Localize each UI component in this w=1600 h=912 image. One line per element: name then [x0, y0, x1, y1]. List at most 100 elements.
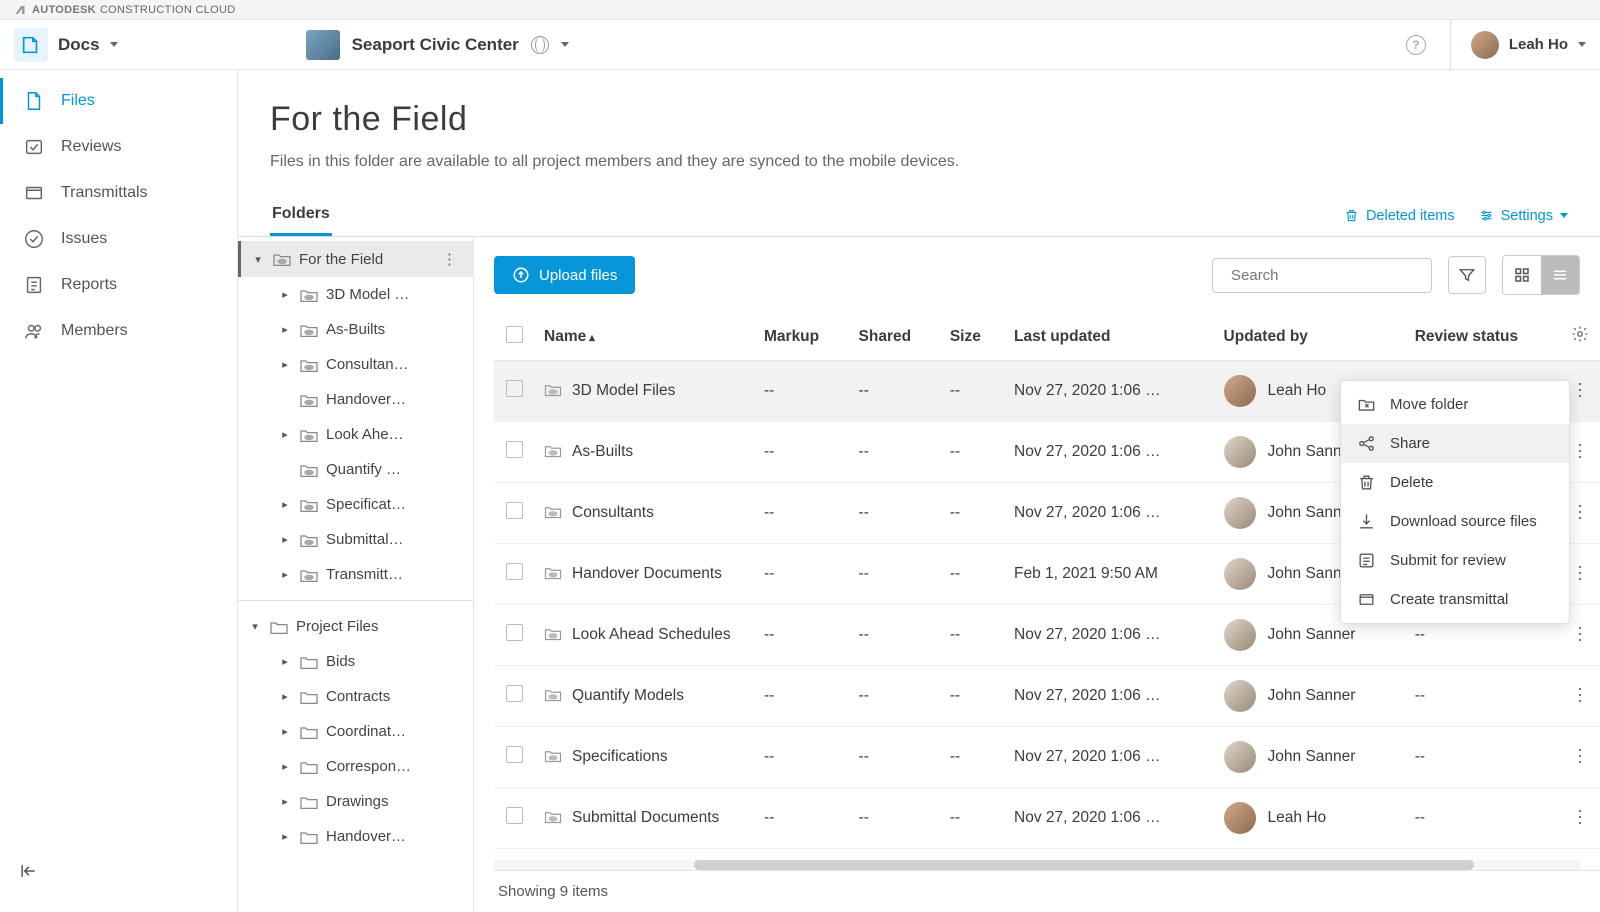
row-checkbox[interactable]	[506, 807, 523, 824]
cloud-folder-icon	[544, 565, 562, 580]
upload-files-button[interactable]: Upload files	[494, 256, 635, 294]
folder-icon	[299, 654, 319, 670]
col-size[interactable]: Size	[940, 313, 1004, 361]
table-row[interactable]: Transmittals -- -- -- Nov 27, 2020 1:06 …	[494, 849, 1600, 861]
tree-item[interactable]: ▸Coordinat…	[238, 714, 473, 749]
tree-label: Contracts	[326, 688, 465, 705]
tab-folders[interactable]: Folders	[270, 195, 332, 236]
folder-icon	[299, 794, 319, 810]
cell-size: --	[940, 727, 1004, 788]
cell-shared: --	[849, 788, 940, 849]
ctx-move-folder[interactable]: Move folder	[1341, 385, 1569, 424]
row-checkbox[interactable]	[506, 502, 523, 519]
project-selector[interactable]: Seaport Civic Center	[306, 30, 569, 60]
cell-markup: --	[754, 544, 849, 605]
tree-item[interactable]: ▸Transmitt…	[238, 557, 473, 592]
folder-icon	[299, 724, 319, 740]
tree-label: Look Ahe…	[326, 426, 465, 443]
nav-members[interactable]: Members	[0, 308, 237, 354]
nav-reviews[interactable]: Reviews	[0, 124, 237, 170]
tree-item[interactable]: ▸Bids	[238, 644, 473, 679]
cloud-folder-icon	[544, 687, 562, 702]
cell-review: --	[1405, 727, 1560, 788]
chevron-right-icon: ▸	[278, 690, 292, 703]
ctx-label: Share	[1390, 435, 1430, 452]
col-markup[interactable]: Markup	[754, 313, 849, 361]
sliders-icon	[1479, 208, 1494, 223]
tree-item[interactable]: ▸ Contracts	[238, 679, 473, 714]
row-context-menu: Move folder Share Delete Download source…	[1340, 380, 1570, 624]
cell-shared: --	[849, 422, 940, 483]
ctx-delete[interactable]: Delete	[1341, 463, 1569, 502]
ctx-share[interactable]: Share	[1341, 424, 1569, 463]
col-updated-by[interactable]: Updated by	[1214, 313, 1405, 361]
row-checkbox[interactable]	[506, 685, 523, 702]
tree-item-project-files[interactable]: ▾ Project Files	[238, 609, 473, 644]
table-row[interactable]: Quantify Models -- -- -- Nov 27, 2020 1:…	[494, 666, 1600, 727]
settings-link[interactable]: Settings	[1479, 208, 1568, 224]
table-row[interactable]: Specifications -- -- -- Nov 27, 2020 1:0…	[494, 727, 1600, 788]
tree-item[interactable]: ▸Drawings	[238, 784, 473, 819]
cell-updated-by: John Sanner	[1214, 666, 1405, 727]
transmittals-icon	[23, 182, 45, 204]
ctx-label: Move folder	[1390, 396, 1468, 413]
select-all-checkbox[interactable]	[506, 326, 523, 343]
collapse-sidebar-button[interactable]	[18, 861, 38, 884]
nav-issues[interactable]: Issues	[0, 216, 237, 262]
grid-view-button[interactable]	[1503, 256, 1541, 294]
nav-files[interactable]: Files	[0, 78, 237, 124]
cell-markup: --	[754, 727, 849, 788]
row-checkbox[interactable]	[506, 441, 523, 458]
tree-item[interactable]: ▸Consultan…	[238, 347, 473, 382]
tree-item-for-the-field[interactable]: ▾ For the Field ⋮	[238, 241, 473, 277]
col-settings[interactable]	[1560, 313, 1600, 361]
nav-reports[interactable]: Reports	[0, 262, 237, 308]
nav-transmittals[interactable]: Transmittals	[0, 170, 237, 216]
tree-separator	[238, 600, 473, 601]
cloud-folder-icon	[544, 504, 562, 519]
search-field[interactable]	[1231, 267, 1430, 284]
col-last-updated[interactable]: Last updated	[1004, 313, 1214, 361]
row-checkbox[interactable]	[506, 380, 523, 397]
row-checkbox[interactable]	[506, 746, 523, 763]
col-review-status[interactable]: Review status	[1405, 313, 1560, 361]
deleted-items-link[interactable]: Deleted items	[1344, 208, 1455, 224]
cloud-folder-icon	[299, 357, 319, 373]
more-icon[interactable]: ⋮	[442, 250, 457, 268]
row-checkbox[interactable]	[506, 624, 523, 641]
row-checkbox[interactable]	[506, 563, 523, 580]
cell-name: Transmittals	[534, 849, 754, 861]
reports-icon	[23, 274, 45, 296]
cloud-folder-icon	[544, 443, 562, 458]
tree-item[interactable]: ▸Handover…	[238, 819, 473, 854]
cell-size: --	[940, 361, 1004, 422]
tree-item[interactable]: ▸3D Model …	[238, 277, 473, 312]
col-name[interactable]: Name▴	[534, 313, 754, 361]
search-input[interactable]	[1212, 258, 1432, 293]
user-name: Leah Ho	[1509, 36, 1568, 53]
filter-button[interactable]	[1448, 256, 1486, 294]
ctx-label: Submit for review	[1390, 552, 1506, 569]
horizontal-scrollbar[interactable]	[494, 860, 1580, 870]
list-view-button[interactable]	[1541, 256, 1579, 294]
table-row[interactable]: Submittal Documents -- -- -- Nov 27, 202…	[494, 788, 1600, 849]
col-shared[interactable]: Shared	[849, 313, 940, 361]
app-name: Docs	[58, 35, 100, 55]
help-icon[interactable]: ?	[1406, 35, 1426, 55]
tree-item[interactable]: ▸Correspon…	[238, 749, 473, 784]
tree-item[interactable]: ▸Submittal…	[238, 522, 473, 557]
project-name: Seaport Civic Center	[352, 35, 519, 55]
ctx-submit-review[interactable]: Submit for review	[1341, 541, 1569, 580]
tree-item[interactable]: ▸Look Ahe…	[238, 417, 473, 452]
app-selector[interactable]: Docs	[14, 24, 126, 66]
docs-app-icon	[14, 28, 48, 62]
tree-item[interactable]: ▸As-Builts	[238, 312, 473, 347]
tree-item[interactable]: Quantify …	[238, 452, 473, 487]
user-menu[interactable]: Leah Ho	[1450, 20, 1586, 70]
tree-item[interactable]: ▸Specificat…	[238, 487, 473, 522]
ctx-download[interactable]: Download source files	[1341, 502, 1569, 541]
cell-size: --	[940, 849, 1004, 861]
tree-item[interactable]: Handover…	[238, 382, 473, 417]
brand-name-2: CONSTRUCTION CLOUD	[100, 4, 236, 16]
ctx-create-transmittal[interactable]: Create transmittal	[1341, 580, 1569, 619]
